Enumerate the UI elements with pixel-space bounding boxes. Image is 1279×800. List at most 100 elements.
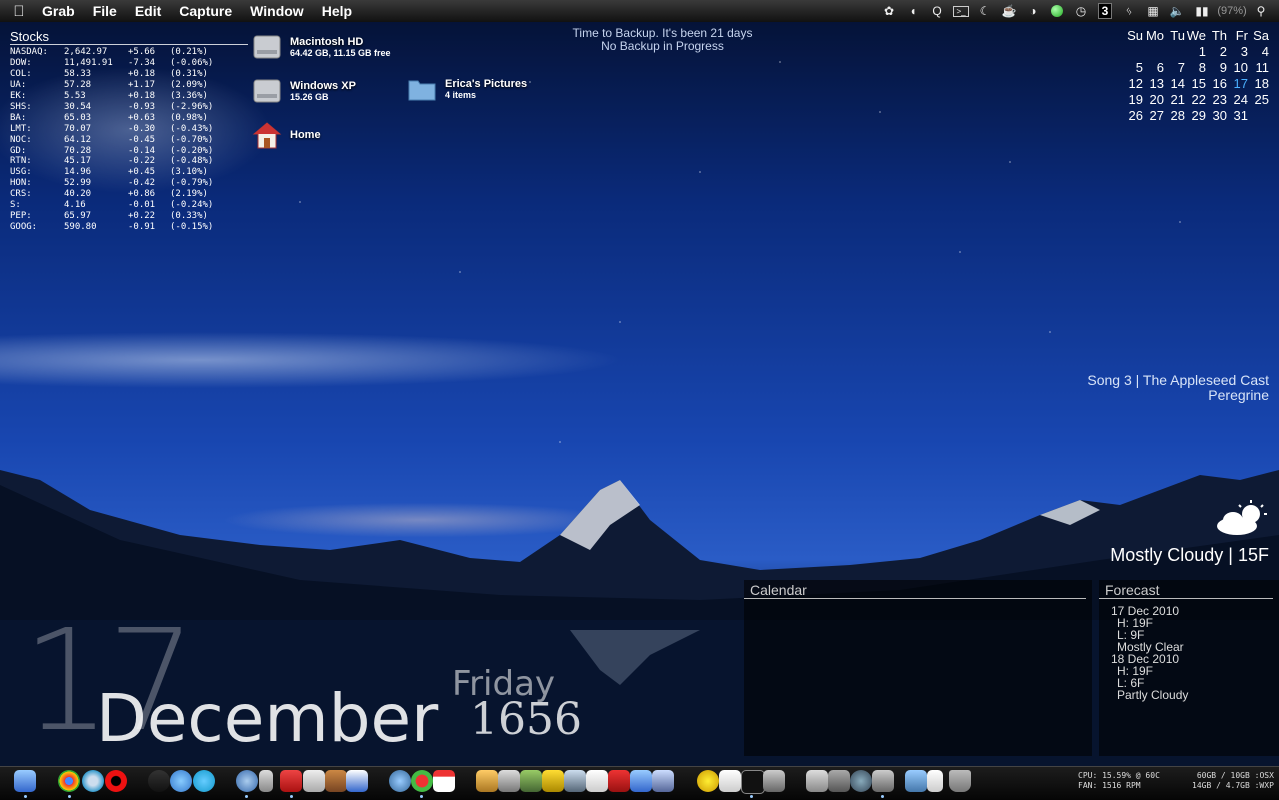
moon-icon[interactable]: ☾ [973,0,997,22]
menu-capture[interactable]: Capture [170,3,241,19]
green-orb-icon[interactable] [1045,0,1069,22]
utility-icon[interactable] [763,770,785,792]
cyberduck-icon[interactable] [697,770,719,792]
calendar-day[interactable]: 10 [1227,59,1248,75]
calendar-day[interactable]: 1 [1185,43,1206,59]
app-icon-8[interactable] [652,770,674,792]
terminal-dock-icon[interactable] [741,770,765,794]
calendar-week-row: 19 20 21 22 23 24 25 [1122,91,1269,107]
calendar-day[interactable]: 3 [1227,43,1248,59]
iphoto-icon[interactable] [325,770,347,792]
calendar-day[interactable]: 4 [1248,43,1269,59]
stock-symbol: BA: [10,112,27,123]
omnifocus-icon[interactable] [411,770,433,792]
app-icon-4[interactable] [542,770,564,792]
calendar-day[interactable]: 23 [1206,91,1227,107]
menu-help[interactable]: Help [313,3,361,19]
calendar-day[interactable]: 8 [1185,59,1206,75]
calendar-day[interactable]: 24 [1227,91,1248,107]
running-indicator [881,795,884,798]
spotlight-icon[interactable]: ⚲ [1249,0,1273,22]
app-icon-5[interactable] [564,770,586,792]
ichat-icon[interactable] [170,770,192,792]
app-icon-1[interactable] [476,770,498,792]
system-app-icon[interactable] [828,770,850,792]
wifi-icon[interactable]: ▦ [1141,0,1165,22]
applications-folder-icon[interactable] [905,770,927,792]
calendar-day[interactable]: 16 [1206,75,1227,91]
calendar-day[interactable]: 14 [1164,75,1185,91]
grab-icon[interactable] [872,770,894,792]
calendar-day[interactable]: 5 [1122,59,1143,75]
menu-window[interactable]: Window [241,3,313,19]
finder-icon[interactable] [14,770,36,792]
calendar-day[interactable]: 26 [1122,107,1143,123]
trash-icon[interactable] [949,770,971,792]
calendar-day[interactable]: 11 [1248,59,1270,75]
calendar-day[interactable]: 7 [1164,59,1185,75]
app-icon-6[interactable] [608,770,630,792]
calendar-day[interactable]: 25 [1248,91,1269,107]
spaces-icon[interactable]: 3 [1093,0,1117,22]
calendar-day[interactable]: 19 [1122,91,1143,107]
apple-menu-icon[interactable]:  [0,3,38,20]
desktop-icon-macintosh-hd[interactable]: Macintosh HD 64.42 GB, 11.15 GB free [252,32,391,62]
desktop-icon-home[interactable]: Home [252,120,321,150]
documents-stack-icon[interactable] [927,770,943,792]
app-icon-2[interactable] [498,770,520,792]
calendar-day[interactable]: 28 [1164,107,1185,123]
calendar-day[interactable]: 27 [1143,107,1164,123]
calendar-day[interactable]: 29 [1185,107,1206,123]
app-icon-7[interactable] [630,770,652,792]
calendar-day[interactable]: 20 [1143,91,1164,107]
mail-icon[interactable] [389,770,411,792]
adium-icon[interactable] [148,770,170,792]
calendar-day[interactable]: 31 [1227,107,1248,123]
calendar-day[interactable]: 13 [1143,75,1164,91]
transmission-icon[interactable] [346,770,368,792]
battery-percent[interactable]: (97%) [1215,0,1249,22]
calendar-day[interactable]: 12 [1122,75,1143,91]
chrome-icon[interactable] [58,770,80,792]
headphones-icon[interactable]: ◖ [901,0,925,22]
stock-price: 4.16 [64,200,86,211]
opera-icon[interactable] [105,770,127,792]
skype-icon[interactable] [193,770,215,792]
itunes-icon[interactable] [236,770,258,792]
calendar-day[interactable]: 17 [1227,75,1248,91]
calendar-day[interactable]: 30 [1206,107,1227,123]
terminal-icon[interactable]: >_ [949,0,973,22]
growl-icon[interactable]: ✿ [877,0,901,22]
volume-icon[interactable]: 🔈 [1165,0,1189,22]
menu-app-grab[interactable]: Grab [38,3,84,19]
photo-booth-icon[interactable] [280,770,302,792]
calendar-day[interactable]: 21 [1164,91,1185,107]
upload-icon[interactable] [586,770,608,792]
calendar-day[interactable]: 22 [1185,91,1206,107]
battery-icon[interactable]: ▮▮ [1189,0,1215,22]
desktop-icon-windows-xp[interactable]: Windows XP 15.26 GB [252,76,356,106]
coffee-icon[interactable]: ☕ [997,0,1021,22]
ical-icon[interactable] [433,770,455,792]
app-icon-3[interactable] [520,770,542,792]
hard-drive-icon [253,35,281,59]
menu-edit[interactable]: Edit [126,3,170,19]
x11-icon[interactable] [719,770,741,792]
time-machine-icon[interactable]: ◷ [1069,0,1093,22]
calendar-day[interactable]: 15 [1185,75,1206,91]
quicksilver-icon[interactable]: Q [925,0,949,22]
calendar-day[interactable]: 6 [1143,59,1164,75]
safari-icon[interactable] [82,770,104,792]
ipod-icon[interactable] [259,770,273,792]
calendar-day[interactable]: 18 [1248,75,1269,91]
calendar-day[interactable]: 9 [1206,59,1227,75]
menu-file[interactable]: File [84,3,126,19]
calendar-day[interactable]: 2 [1206,43,1227,59]
contrast-icon[interactable]: ◑ [1021,0,1045,22]
bluetooth-icon[interactable]: ᛃ [1117,0,1141,22]
desktop-icon-ericas-pictures[interactable]: Erica's Pictures 4 items [407,74,527,104]
time-machine-dock-icon[interactable] [850,770,872,792]
disk-utility-icon[interactable] [806,770,828,792]
stock-row: EK: 5.53 +0.18 (3.36%) [10,91,248,102]
audio-app-icon[interactable] [303,770,325,792]
